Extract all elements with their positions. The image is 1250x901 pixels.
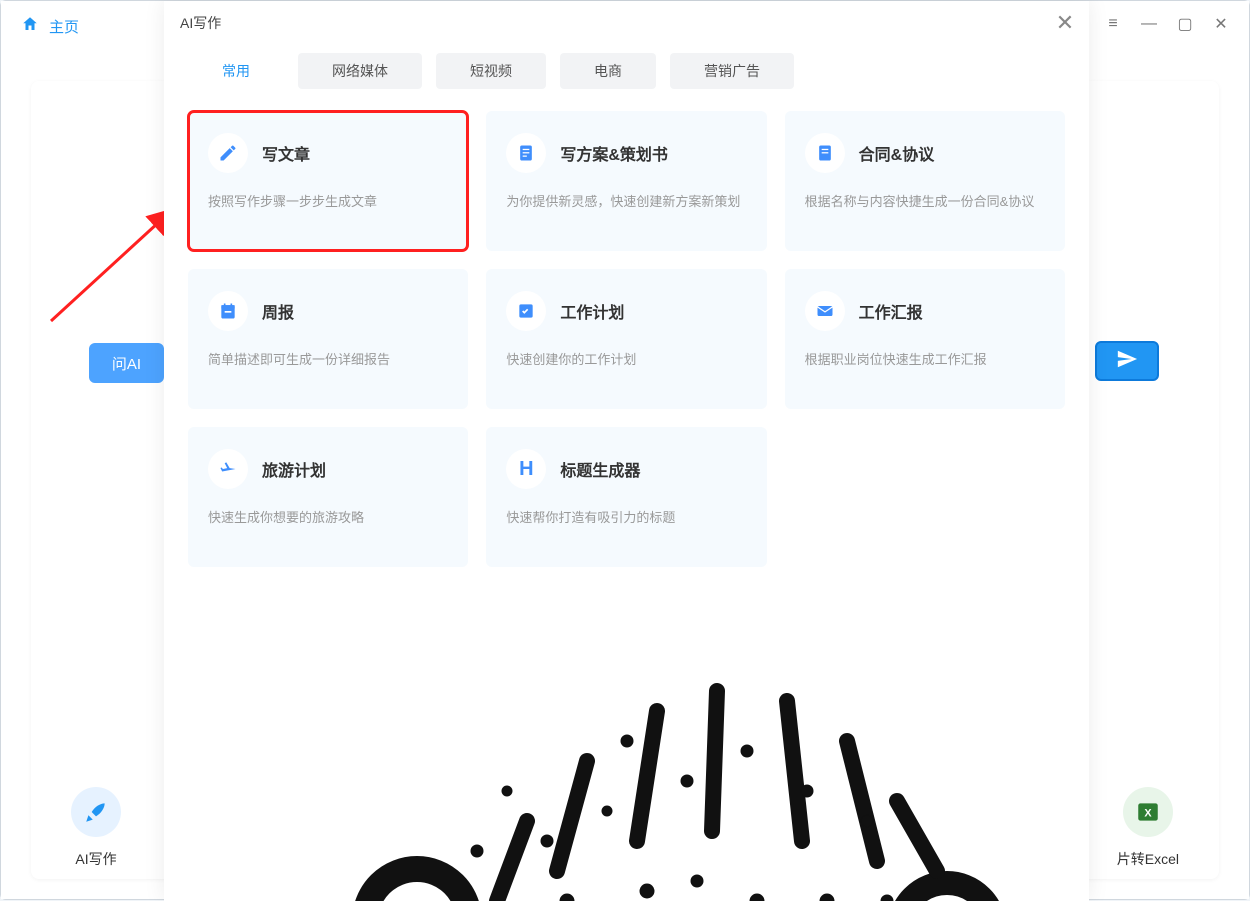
home-icon [21,15,39,37]
close-icon[interactable]: ✕ [1203,9,1239,39]
checklist-icon [506,291,546,331]
card-title: 周报 [262,299,294,323]
pen-icon [208,133,248,173]
feather-icon [71,787,121,837]
svg-text:X: X [1144,807,1152,819]
modal-tabs: 常用 网络媒体 短视频 电商 营销广告 [164,45,1089,101]
card-title-generator[interactable]: H 标题生成器 快速帮你打造有吸引力的标题 [486,427,766,567]
card-write-article[interactable]: 写文章 按照写作步骤一步步生成文章 [188,111,468,251]
maximize-icon[interactable]: ▢ [1167,9,1203,39]
card-proposal[interactable]: 写方案&策划书 为你提供新灵感，快速创建新方案新策划 [486,111,766,251]
plane-icon [208,449,248,489]
home-tab[interactable]: 主页 [21,15,79,37]
tile-label: AI写作 [75,849,116,869]
calendar-icon [208,291,248,331]
card-contract[interactable]: 合同&协议 根据名称与内容快捷生成一份合同&协议 [785,111,1065,251]
tab-label: 电商 [594,61,622,81]
tab-label: 常用 [222,61,250,81]
window-controls: ≡ — ▢ ✕ [1095,9,1239,39]
card-title: 工作汇报 [859,299,923,323]
send-icon [1116,348,1138,375]
card-desc: 简单描述即可生成一份详细报告 [208,349,448,371]
card-desc: 快速帮你打造有吸引力的标题 [506,507,746,529]
minimize-icon[interactable]: — [1131,9,1167,39]
card-travel-plan[interactable]: 旅游计划 快速生成你想要的旅游攻略 [188,427,468,567]
qr-decoration [247,641,1007,901]
card-desc: 按照写作步骤一步步生成文章 [208,191,448,213]
excel-icon: X [1123,787,1173,837]
mail-icon [805,291,845,331]
tab-common[interactable]: 常用 [188,53,284,89]
menu-icon[interactable]: ≡ [1095,9,1131,39]
document-icon [506,133,546,173]
cards-grid: 写文章 按照写作步骤一步步生成文章 写方案&策划书 为你提供新灵感，快速创建新方… [164,101,1089,577]
card-work-report[interactable]: 工作汇报 根据职业岗位快速生成工作汇报 [785,269,1065,409]
card-weekly-report[interactable]: 周报 简单描述即可生成一份详细报告 [188,269,468,409]
tab-media[interactable]: 网络媒体 [298,53,422,89]
home-label: 主页 [49,16,79,37]
card-title: 写文章 [262,141,310,165]
tab-video[interactable]: 短视频 [436,53,546,89]
tab-label: 短视频 [470,61,512,81]
card-desc: 根据职业岗位快速生成工作汇报 [805,349,1045,371]
ask-ai-label: 问AI [112,353,141,374]
card-desc: 快速创建你的工作计划 [506,349,746,371]
modal-close-button[interactable]: ✕ [1051,9,1079,37]
card-title: 写方案&策划书 [560,141,668,165]
card-title: 合同&协议 [859,141,935,165]
card-title: 旅游计划 [262,457,326,481]
tile-label: 片转Excel [1117,849,1179,869]
card-desc: 快速生成你想要的旅游攻略 [208,507,448,529]
card-work-plan[interactable]: 工作计划 快速创建你的工作计划 [486,269,766,409]
card-desc: 为你提供新灵感，快速创建新方案新策划 [506,191,746,213]
ai-writing-modal: AI写作 ✕ 常用 网络媒体 短视频 电商 营销广告 写文章 按照写作步骤一步步… [164,1,1089,901]
card-title: 标题生成器 [560,457,640,481]
tile-img-excel[interactable]: X 片转Excel [1117,787,1179,869]
heading-icon: H [506,449,546,489]
ask-ai-button[interactable]: 问AI [89,343,164,383]
tile-ai-writing[interactable]: AI写作 [71,787,121,869]
tab-ads[interactable]: 营销广告 [670,53,794,89]
card-title: 工作计划 [560,299,624,323]
modal-header: AI写作 ✕ [164,1,1089,45]
card-desc: 根据名称与内容快捷生成一份合同&协议 [805,191,1045,213]
tab-label: 营销广告 [704,61,760,81]
tab-ecom[interactable]: 电商 [560,53,656,89]
close-icon: ✕ [1056,10,1074,36]
send-button[interactable] [1095,341,1159,381]
tab-label: 网络媒体 [332,61,388,81]
modal-title: AI写作 [180,13,221,33]
contract-icon [805,133,845,173]
